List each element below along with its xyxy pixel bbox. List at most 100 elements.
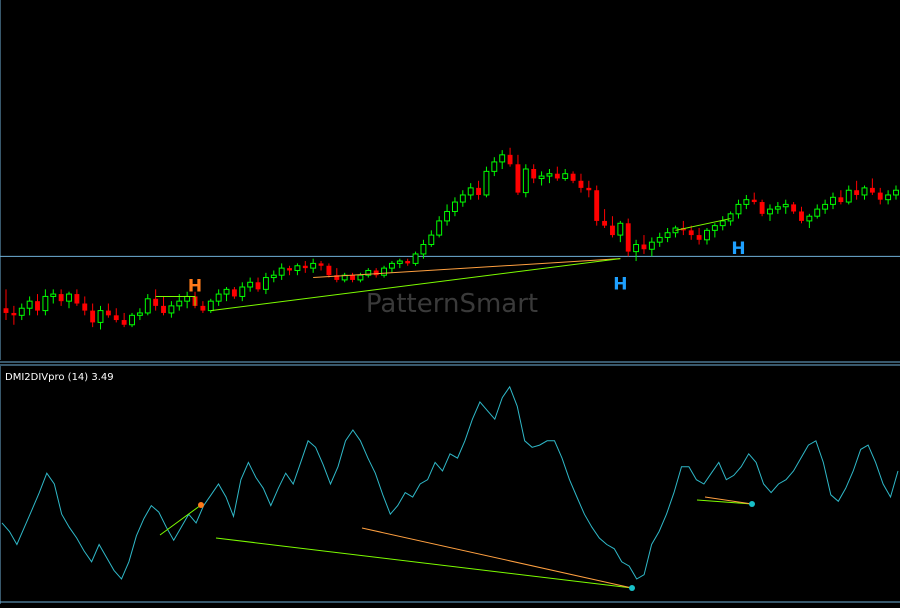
candle-body — [11, 312, 17, 316]
watermark-text: PatternSmart — [366, 289, 538, 319]
candle-body — [767, 208, 773, 215]
candle-body — [18, 307, 25, 316]
candle-body — [743, 199, 750, 205]
candle-body — [200, 305, 206, 311]
candle-body — [184, 295, 191, 302]
candle — [625, 218, 631, 257]
candle-body — [136, 312, 143, 316]
candle-body — [799, 211, 804, 221]
candle-body — [648, 241, 655, 250]
candle-body — [428, 234, 435, 246]
candle-body — [814, 208, 821, 217]
candle-body — [90, 310, 96, 323]
chart-canvas: PatternSmart H H H DMI2DIVpro (14) 3.49 — [0, 0, 900, 604]
candle-body — [522, 168, 529, 194]
candle-body — [302, 265, 308, 269]
candle — [594, 185, 600, 226]
candle-body — [854, 190, 860, 195]
candle-body — [26, 300, 33, 309]
candle-body — [207, 300, 214, 312]
candle-body — [3, 308, 9, 313]
candle-body — [82, 303, 88, 311]
candle-body — [594, 190, 600, 221]
candle-body — [806, 215, 813, 222]
candle-body — [444, 210, 451, 222]
candle-body — [774, 206, 781, 210]
candle-body — [294, 265, 301, 271]
candle-body — [515, 164, 521, 193]
candle-body — [830, 196, 836, 205]
candle-body — [602, 220, 608, 226]
candle-body — [861, 187, 868, 196]
candle — [412, 251, 419, 266]
candle-body — [711, 225, 718, 231]
candle-body — [617, 222, 624, 236]
candle-body — [476, 187, 482, 195]
candle-body — [161, 305, 166, 313]
candle-body — [350, 275, 355, 280]
candle-body — [168, 305, 175, 314]
candle-body — [262, 277, 269, 290]
candle-body — [656, 236, 663, 243]
candle-body — [451, 201, 458, 212]
candle-body — [58, 294, 64, 302]
candle-body — [310, 262, 317, 269]
candle-body — [499, 154, 506, 163]
candle-body — [326, 265, 332, 276]
candle-body — [144, 298, 151, 314]
candle-body — [625, 223, 631, 252]
candle-body — [459, 194, 466, 203]
indicator-label: DMI2DIVpro (14) 3.49 — [5, 372, 114, 383]
candle-body — [688, 230, 694, 236]
candle — [759, 199, 765, 217]
candle-body — [751, 199, 757, 203]
candle-body — [727, 213, 734, 222]
pattern-label-2: H — [731, 239, 745, 259]
candle-body — [97, 310, 104, 323]
candle-body — [270, 274, 277, 279]
candle-body — [153, 298, 159, 306]
candle-body — [278, 267, 285, 276]
candle-body — [247, 281, 254, 288]
candle — [483, 166, 490, 198]
candle-body — [66, 293, 72, 302]
candle-body — [838, 197, 844, 203]
candle-body — [586, 187, 592, 191]
candle-body — [50, 293, 57, 297]
candle-body — [791, 204, 797, 212]
candle-body — [664, 232, 671, 238]
candle-body — [641, 244, 647, 250]
indicator-marker-cyan-1 — [629, 585, 635, 591]
candle-body — [436, 220, 443, 236]
candle-body — [845, 189, 852, 203]
candle-body — [483, 170, 490, 196]
candle-body — [176, 300, 183, 307]
candle-body — [318, 263, 324, 266]
candle-body — [357, 274, 364, 281]
candle-body — [719, 220, 726, 227]
candle-body — [562, 173, 569, 179]
candle-body — [554, 173, 560, 179]
candle — [522, 164, 529, 198]
candle-body — [735, 203, 742, 215]
candle-body — [396, 260, 403, 264]
pattern-label-1: H — [613, 274, 627, 294]
candle-body — [869, 187, 875, 193]
candle-body — [231, 289, 237, 297]
candle-body — [578, 180, 584, 188]
candle-body — [546, 173, 553, 177]
candle-body — [412, 253, 419, 264]
trading-chart: PatternSmart H H H DMI2DIVpro (14) 3.49 — [0, 0, 900, 604]
candle-body — [121, 320, 127, 325]
candle — [129, 312, 135, 328]
candle-body — [223, 288, 230, 295]
candle-body — [759, 202, 765, 214]
candle-body — [239, 286, 246, 297]
candle-body — [610, 225, 615, 236]
candle-body — [255, 282, 261, 290]
candle-body — [74, 294, 80, 304]
candle-body — [381, 267, 387, 276]
candle-body — [491, 161, 498, 172]
candle-body — [215, 293, 222, 302]
candle-body — [633, 244, 640, 253]
